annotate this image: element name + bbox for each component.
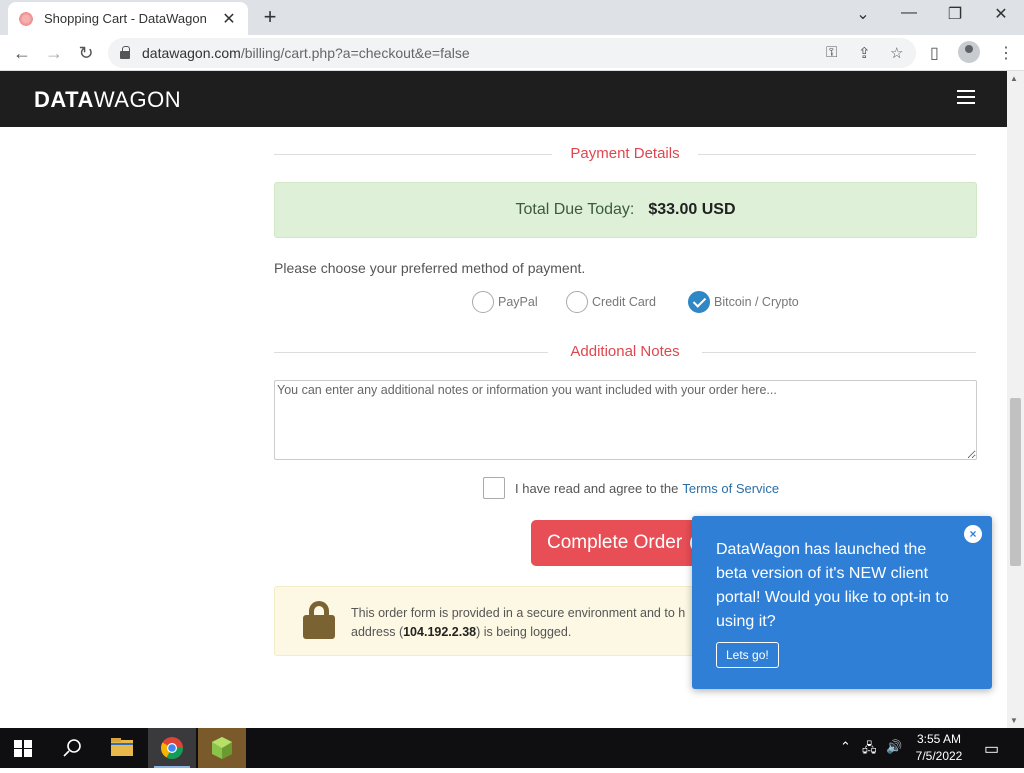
secure-notice-text: This order form is provided in a secure …: [351, 606, 686, 639]
client-portal-popup: × DataWagon has launched the beta versio…: [692, 516, 992, 689]
scroll-up-icon[interactable]: ▲: [1010, 74, 1018, 83]
key-icon[interactable]: ⚿: [826, 44, 837, 61]
browser-tab-strip: Shopping Cart - DataWagon ✕ + ⌄ — ❐ ✕: [0, 0, 1024, 35]
tab-search-icon[interactable]: ⌄: [840, 4, 886, 24]
page-viewport: DATAWAGON Payment Details Total Due Toda…: [0, 71, 1024, 728]
ip-address: 104.192.2.38: [403, 625, 477, 639]
url-field[interactable]: datawagon.com/billing/cart.php?a=checkou…: [108, 38, 916, 68]
profile-avatar[interactable]: [958, 41, 980, 63]
payment-option-credit-card[interactable]: Credit Card: [566, 291, 656, 313]
notes-textarea[interactable]: [274, 380, 977, 460]
restore-button[interactable]: ❐: [932, 4, 978, 24]
payment-option-bitcoin[interactable]: Bitcoin / Crypto: [688, 291, 799, 313]
windows-taskbar: ⌃ 🖧 🔊 3:55 AM 7/5/2022 ▭: [0, 728, 1024, 768]
new-tab-button[interactable]: +: [258, 4, 282, 30]
tab-close-icon[interactable]: ✕: [220, 9, 238, 29]
browser-tab[interactable]: Shopping Cart - DataWagon ✕: [8, 2, 248, 35]
tos-row: I have read and agree to the Terms of Se…: [483, 477, 779, 499]
reload-icon[interactable]: ↻: [74, 41, 98, 65]
volume-icon[interactable]: 🔊: [886, 739, 902, 755]
site-header: DATAWAGON: [0, 71, 1007, 127]
menu-kebab-icon[interactable]: ⋮: [998, 43, 1014, 63]
file-explorer-icon[interactable]: [98, 728, 146, 768]
lets-go-button[interactable]: Lets go!: [716, 642, 779, 668]
total-label: Total Due Today:: [515, 201, 635, 218]
tos-checkbox[interactable]: [483, 477, 505, 499]
site-logo[interactable]: DATAWAGON: [34, 87, 181, 113]
lock-icon: [120, 46, 130, 59]
scrollbar[interactable]: ▲ ▼: [1007, 71, 1024, 728]
hamburger-menu-icon[interactable]: [957, 90, 975, 104]
bookmark-star-icon[interactable]: ☆: [890, 44, 903, 62]
url-host: datawagon.com: [142, 45, 241, 61]
total-amount: $33.00 USD: [648, 201, 736, 218]
chevron-up-icon[interactable]: ⌃: [840, 739, 851, 755]
payment-instructions: Please choose your preferred method of p…: [274, 260, 586, 276]
taskbar-clock[interactable]: 3:55 AM 7/5/2022: [912, 731, 966, 765]
total-due-box: Total Due Today: $33.00 USD: [274, 182, 977, 238]
payment-details-heading: Payment Details: [274, 145, 976, 162]
popup-close-icon[interactable]: ×: [964, 525, 982, 543]
additional-notes-heading: Additional Notes: [274, 343, 976, 360]
notification-icon[interactable]: ▭: [984, 739, 999, 759]
tab-title: Shopping Cart - DataWagon: [44, 11, 207, 26]
padlock-icon: [303, 601, 335, 639]
share-icon[interactable]: ⇪: [858, 44, 871, 62]
search-icon[interactable]: [48, 728, 96, 768]
app-cube-icon[interactable]: [198, 728, 246, 768]
radio-unchecked-icon[interactable]: [566, 291, 588, 313]
close-window-button[interactable]: ✕: [978, 4, 1024, 24]
address-bar: ← → ↻ datawagon.com/billing/cart.php?a=c…: [0, 35, 1024, 71]
back-icon[interactable]: ←: [10, 41, 34, 65]
payment-option-paypal[interactable]: PayPal: [472, 291, 538, 313]
radio-checked-icon[interactable]: [688, 291, 710, 313]
radio-unchecked-icon[interactable]: [472, 291, 494, 313]
windows-start-icon[interactable]: [14, 740, 32, 757]
scroll-thumb[interactable]: [1010, 398, 1021, 566]
minimize-button[interactable]: —: [886, 4, 932, 22]
network-icon[interactable]: 🖧: [862, 739, 877, 761]
chrome-icon[interactable]: [148, 728, 196, 768]
url-path: /billing/cart.php?a=checkout&e=false: [240, 45, 470, 61]
side-panel-icon[interactable]: ▯: [930, 43, 939, 63]
favicon-icon: [18, 10, 34, 27]
tos-link[interactable]: Terms of Service: [682, 481, 779, 496]
popup-message: DataWagon has launched the beta version …: [716, 541, 949, 630]
forward-icon[interactable]: →: [42, 41, 66, 65]
scroll-down-icon[interactable]: ▼: [1010, 716, 1018, 725]
tos-text: I have read and agree to the: [515, 480, 679, 496]
